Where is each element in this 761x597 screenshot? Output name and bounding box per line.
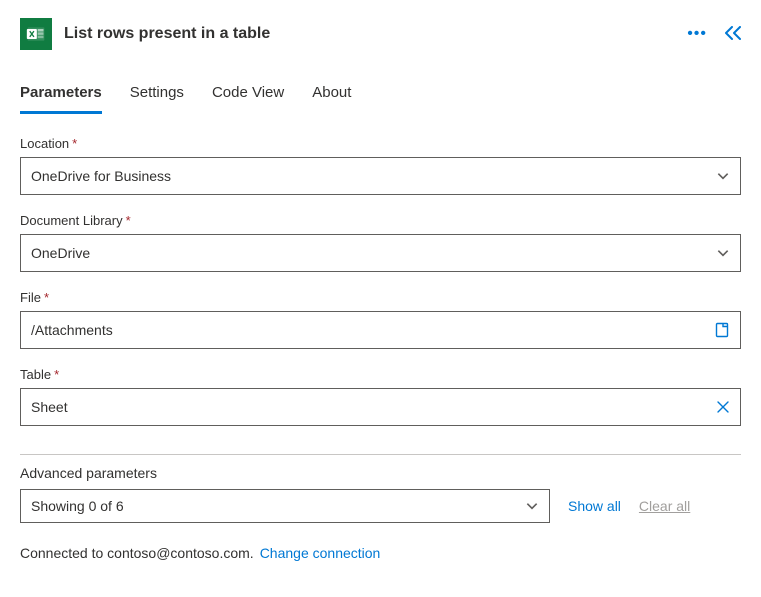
more-icon[interactable]: ••• xyxy=(687,25,707,43)
field-table: Table * Sheet xyxy=(20,367,741,426)
field-location: Location * OneDrive for Business xyxy=(20,136,741,195)
library-value: OneDrive xyxy=(31,245,716,261)
tab-codeview[interactable]: Code View xyxy=(212,78,284,114)
table-label: Table xyxy=(20,367,51,382)
advanced-label: Advanced parameters xyxy=(20,465,741,481)
change-connection-link[interactable]: Change connection xyxy=(260,545,381,561)
chevron-down-icon[interactable] xyxy=(525,499,539,513)
field-file: File * /Attachments xyxy=(20,290,741,349)
folder-picker-icon[interactable] xyxy=(714,322,730,338)
file-label: File xyxy=(20,290,41,305)
divider xyxy=(20,454,741,455)
tab-settings[interactable]: Settings xyxy=(130,78,184,114)
connection-footer: Connected to contoso@contoso.com. Change… xyxy=(20,545,741,561)
tab-parameters[interactable]: Parameters xyxy=(20,78,102,114)
clear-all-link: Clear all xyxy=(639,498,690,514)
advanced-select[interactable]: Showing 0 of 6 xyxy=(20,489,550,523)
required-asterisk: * xyxy=(72,136,77,151)
file-input[interactable]: /Attachments xyxy=(20,311,741,349)
location-value: OneDrive for Business xyxy=(31,168,716,184)
library-label: Document Library xyxy=(20,213,123,228)
clear-icon[interactable] xyxy=(716,400,730,414)
required-asterisk: * xyxy=(44,290,49,305)
required-asterisk: * xyxy=(126,213,131,228)
connected-text: Connected to contoso@contoso.com. xyxy=(20,545,254,561)
card-header: List rows present in a table ••• xyxy=(20,18,741,50)
field-library: Document Library * OneDrive xyxy=(20,213,741,272)
chevron-down-icon[interactable] xyxy=(716,169,730,183)
table-value: Sheet xyxy=(31,399,716,415)
library-select[interactable]: OneDrive xyxy=(20,234,741,272)
tab-about[interactable]: About xyxy=(312,78,351,114)
advanced-showing: Showing 0 of 6 xyxy=(31,498,124,514)
card-title: List rows present in a table xyxy=(64,25,675,43)
location-label: Location xyxy=(20,136,69,151)
chevron-down-icon[interactable] xyxy=(716,246,730,260)
table-input[interactable]: Sheet xyxy=(20,388,741,426)
collapse-icon[interactable] xyxy=(725,26,741,43)
excel-icon xyxy=(20,18,52,50)
file-value: /Attachments xyxy=(31,322,714,338)
required-asterisk: * xyxy=(54,367,59,382)
tab-bar: Parameters Settings Code View About xyxy=(20,78,741,114)
location-select[interactable]: OneDrive for Business xyxy=(20,157,741,195)
show-all-link[interactable]: Show all xyxy=(568,498,621,514)
